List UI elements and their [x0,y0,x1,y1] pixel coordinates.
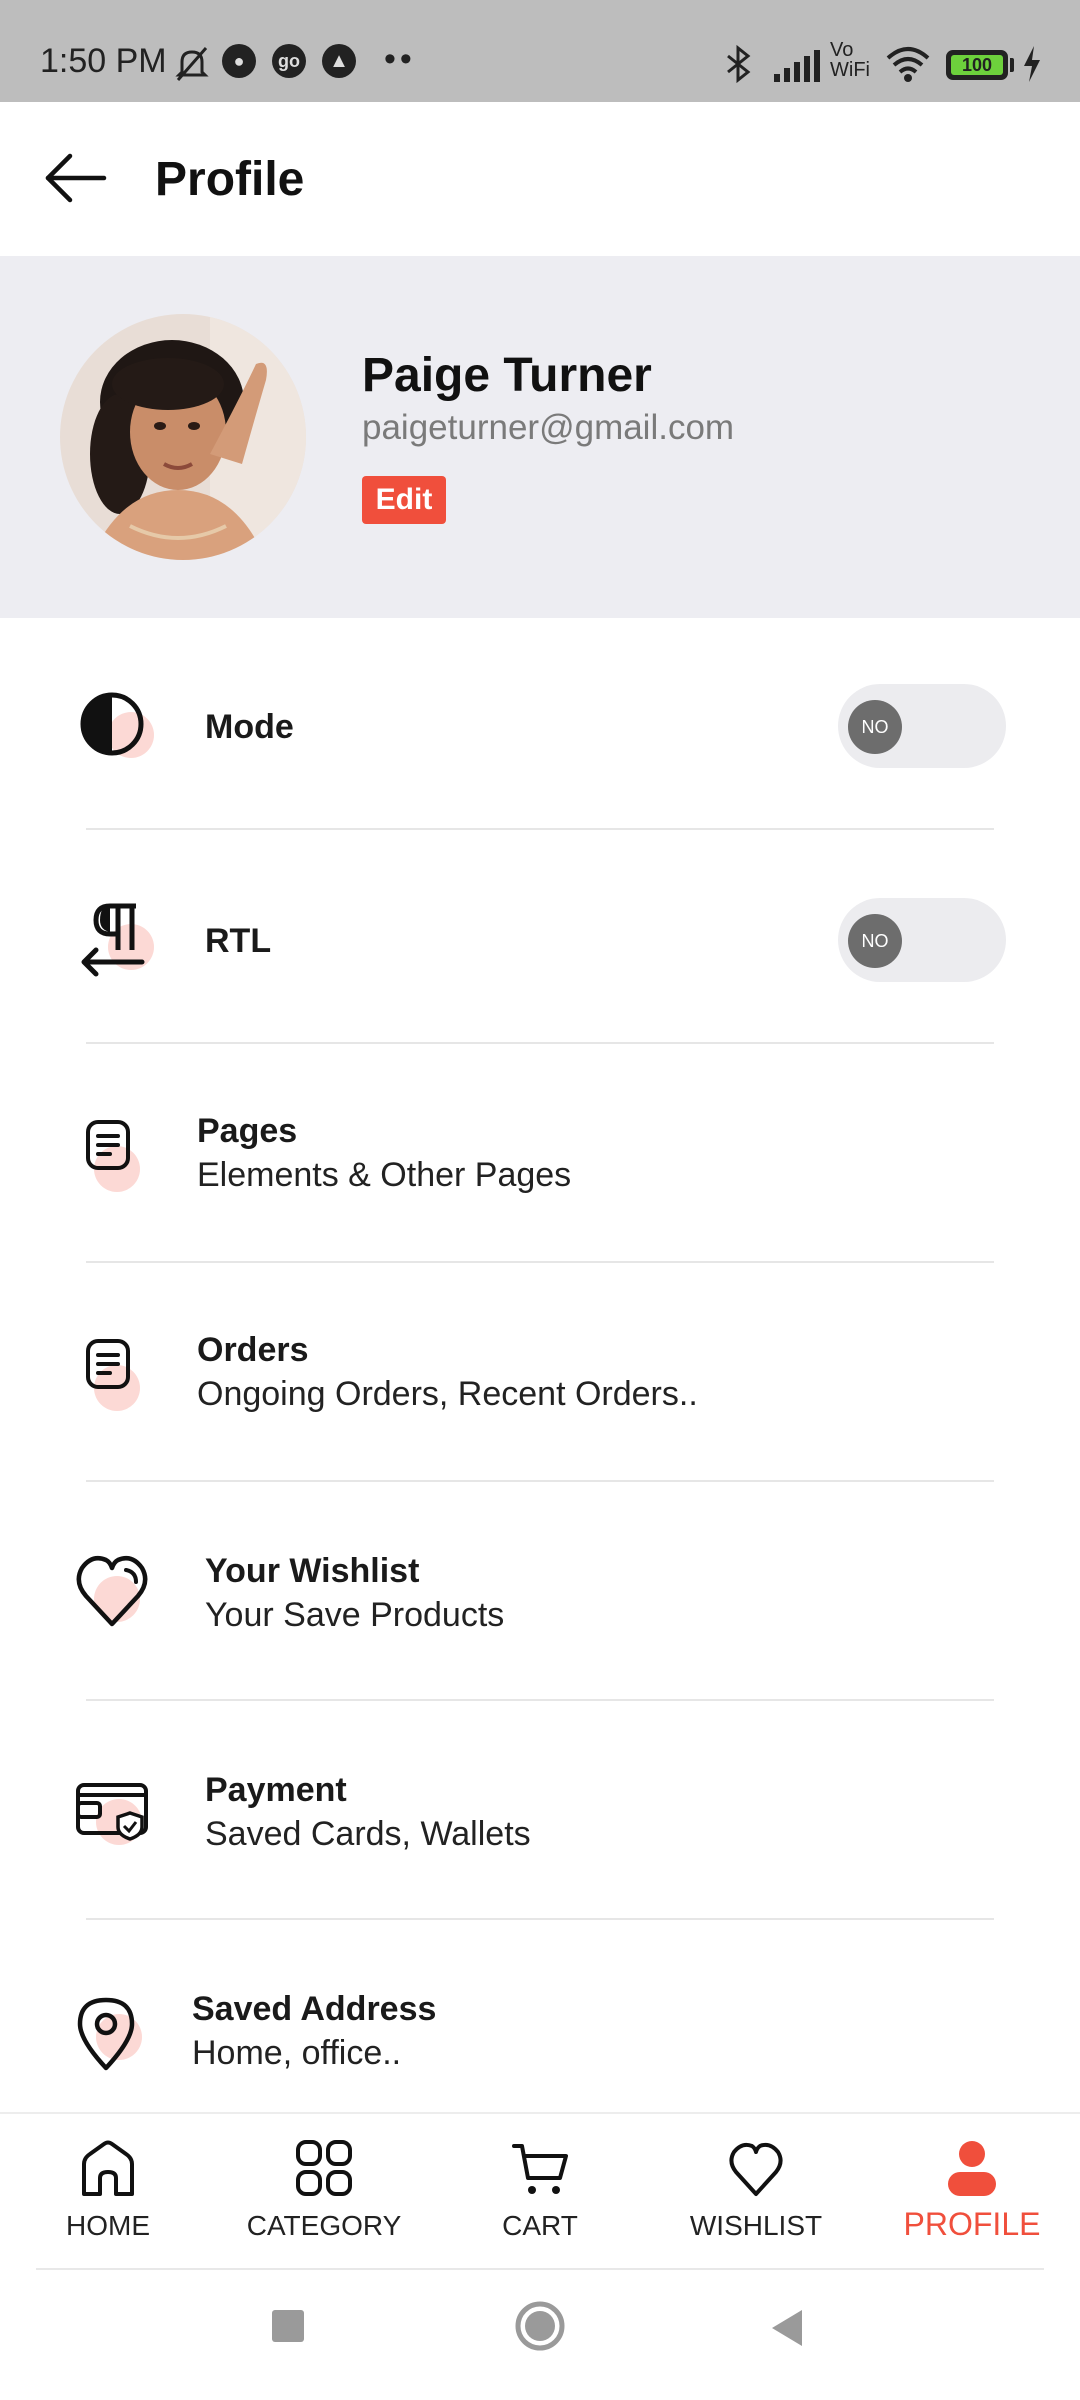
user-icon [948,2141,996,2196]
menu-item-wishlist[interactable]: Your Wishlist Your Save Products [0,1526,1080,1698]
app-header: Profile [0,102,1080,256]
system-nav-bar [0,2270,1080,2400]
edit-profile-button[interactable]: Edit [362,476,446,524]
divider [86,1261,994,1263]
nav-category[interactable]: CATEGORY [216,2114,432,2272]
menu-item-rtl: RTL NO [0,874,1080,1042]
battery-tip [1010,58,1014,72]
more-dots-icon: •• [384,40,416,78]
app-badge-icon: ● [222,44,256,78]
menu-item-title: Pages [197,1112,298,1150]
heart-icon [74,1552,154,1632]
rtl-toggle[interactable]: NO [838,898,1006,982]
account-icon: ▲ [322,44,356,78]
pilcrow-rtl-icon [78,900,158,980]
cart-icon [512,2144,568,2194]
avatar[interactable] [60,314,306,560]
user-email: paigeturner@gmail.com [362,408,735,447]
home-system-icon[interactable] [514,2300,566,2352]
vowifi-icon: Vo WiFi [830,39,870,81]
menu-item-mode: Mode NO [0,660,1080,828]
menu-item-saved-address[interactable]: Saved Address Home, office.. [0,1964,1080,2112]
mode-toggle[interactable]: NO [838,684,1006,768]
bluetooth-icon [727,44,751,84]
document-icon [80,1337,160,1417]
user-name: Paige Turner [362,349,652,402]
toggle-knob: NO [848,700,902,754]
signal-icon [774,50,820,82]
divider [86,1480,994,1482]
document-icon [80,1118,160,1198]
divider [86,1042,994,1044]
menu-item-orders[interactable]: Orders Ongoing Orders, Recent Orders.. [0,1307,1080,1479]
divider [86,1918,994,1920]
nav-label: CATEGORY [246,2210,402,2241]
menu-item-subtitle: Your Save Products [205,1596,505,1634]
rtl-label: RTL [205,922,272,960]
nav-profile[interactable]: PROFILE [864,2114,1080,2272]
menu-item-payment[interactable]: Payment Saved Cards, Wallets [0,1745,1080,1917]
battery-icon: 100 [946,50,1008,80]
menu-item-title: Orders [197,1331,309,1369]
menu-item-subtitle: Saved Cards, Wallets [205,1815,531,1853]
avatar-photo [60,314,306,560]
nav-cart[interactable]: CART [432,2114,648,2272]
toggle-knob: NO [848,914,902,968]
arrow-left-icon [45,153,107,203]
nav-label: WISHLIST [689,2210,823,2241]
menu-item-subtitle: Elements & Other Pages [197,1156,572,1194]
go-app-icon: go [272,44,306,78]
wifi-icon [886,47,930,82]
menu-item-subtitle: Home, office.. [192,2034,402,2072]
menu-item-pages[interactable]: Pages Elements & Other Pages [0,1088,1080,1260]
home-icon [82,2140,134,2196]
grid-icon [296,2140,352,2196]
heart-icon [729,2142,783,2196]
map-pin-icon [76,1996,156,2076]
page-title: Profile [155,153,305,206]
nav-home[interactable]: HOME [0,2114,216,2272]
mute-bell-icon [175,47,209,81]
back-button[interactable] [40,142,112,214]
status-time: 1:50 PM [40,42,167,80]
nav-label: PROFILE [903,2206,1041,2242]
wallet-shield-icon [74,1779,154,1859]
back-system-icon[interactable] [770,2308,806,2348]
divider [86,1699,994,1701]
mode-label: Mode [205,708,294,746]
divider [86,828,994,830]
menu-item-title: Payment [205,1771,347,1809]
status-bar: 1:50 PM ● go ▲ •• Vo WiFi 100 [0,0,1080,102]
charging-icon [1024,46,1040,82]
menu-item-title: Saved Address [192,1990,437,2028]
nav-label: HOME [66,2210,150,2241]
recents-icon[interactable] [270,2308,306,2344]
nav-wishlist[interactable]: WISHLIST [648,2114,864,2272]
menu-item-title: Your Wishlist [205,1552,420,1590]
contrast-icon [78,686,158,766]
menu-item-subtitle: Ongoing Orders, Recent Orders.. [197,1375,698,1413]
nav-label: CART [502,2210,578,2241]
profile-card: Paige Turner paigeturner@gmail.com Edit [0,256,1080,618]
bottom-nav: HOME CATEGORY CART WISHLIST PROFILE [0,2112,1080,2270]
